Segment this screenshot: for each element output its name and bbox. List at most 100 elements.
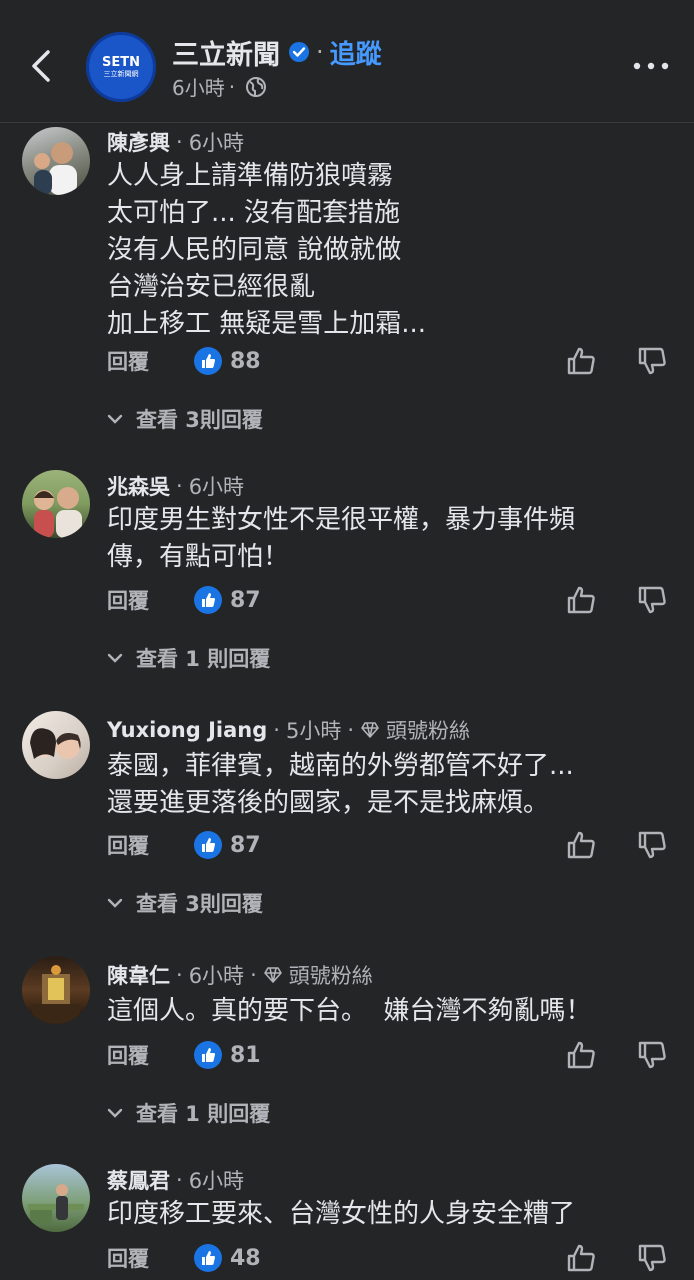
chevron-down-icon bbox=[107, 1108, 123, 1118]
like-summary[interactable]: 81 bbox=[194, 1041, 261, 1069]
like-icon bbox=[194, 1041, 222, 1069]
comment-actions: 回覆 48 bbox=[107, 1241, 667, 1275]
avatar[interactable] bbox=[22, 470, 90, 538]
separator-dot: · bbox=[176, 130, 183, 154]
comment-header: 蔡鳳君 · 6小時 bbox=[107, 1165, 244, 1195]
avatar[interactable] bbox=[22, 956, 90, 1024]
like-summary[interactable]: 87 bbox=[194, 831, 261, 859]
reply-button[interactable]: 回覆 bbox=[107, 346, 149, 376]
like-icon bbox=[194, 586, 222, 614]
back-arrow-icon[interactable] bbox=[26, 44, 60, 88]
comment-text: 印度移工要來、台灣女性的人身安全糟了 bbox=[107, 1199, 576, 1229]
like-icon bbox=[194, 1244, 222, 1272]
like-icon bbox=[194, 347, 222, 375]
comment-header: 兆森吳 · 6小時 bbox=[107, 471, 244, 501]
like-icon bbox=[194, 831, 222, 859]
commenter-name[interactable]: 陳韋仁 bbox=[107, 960, 170, 990]
post-header: SETN 三立新聞網 三立新聞 · 追蹤 6小時 · bbox=[0, 0, 694, 123]
separator-dot: · bbox=[347, 718, 355, 742]
avatar-image bbox=[28, 1184, 84, 1224]
thumbs-down-icon[interactable] bbox=[637, 1040, 667, 1070]
comment-text: 這個人。真的要下台。 嫌台灣不夠亂嗎！ bbox=[107, 996, 592, 1026]
comment-time: 6小時 bbox=[188, 131, 245, 155]
thumbs-up-icon[interactable] bbox=[566, 585, 596, 615]
view-replies-button[interactable]: 查看 1 則回覆 bbox=[106, 1098, 270, 1128]
thumbs-up-icon[interactable] bbox=[566, 1243, 596, 1273]
like-count: 48 bbox=[230, 1245, 261, 1271]
page-avatar[interactable]: SETN 三立新聞網 bbox=[86, 32, 156, 102]
view-replies-label: 查看 3則回覆 bbox=[136, 892, 263, 916]
separator-dot: · bbox=[176, 1168, 183, 1192]
diamond-icon bbox=[361, 722, 379, 738]
avatar[interactable] bbox=[22, 1164, 90, 1232]
verified-badge-icon bbox=[289, 42, 309, 62]
chevron-down-icon bbox=[107, 414, 123, 424]
like-summary[interactable]: 88 bbox=[194, 347, 261, 375]
like-count: 87 bbox=[230, 587, 261, 613]
like-summary[interactable]: 87 bbox=[194, 586, 261, 614]
globe-icon bbox=[246, 76, 267, 97]
view-replies-label: 查看 1 則回覆 bbox=[136, 647, 271, 671]
badge-label: 頭號粉絲 bbox=[386, 719, 471, 743]
avatar[interactable] bbox=[22, 711, 90, 779]
comment-header: 陳韋仁 · 6小時 · 頭號粉絲 bbox=[107, 960, 373, 990]
separator-dot: · bbox=[316, 38, 324, 66]
view-replies-label: 查看 1 則回覆 bbox=[136, 1102, 271, 1126]
reply-button[interactable]: 回覆 bbox=[107, 1040, 149, 1070]
reply-button[interactable]: 回覆 bbox=[107, 830, 149, 860]
comment-header: 陳彥興 · 6小時 bbox=[107, 127, 244, 157]
follow-button[interactable]: 追蹤 bbox=[330, 34, 382, 71]
separator-dot: · bbox=[273, 718, 280, 742]
thumbs-down-icon[interactable] bbox=[637, 830, 667, 860]
reply-button[interactable]: 回覆 bbox=[107, 585, 149, 615]
thumbs-down-icon[interactable] bbox=[637, 585, 667, 615]
comment-text: 印度男生對女性不是很平權，暴力事件頻 傳，有點可怕！ bbox=[107, 505, 576, 572]
avatar[interactable] bbox=[22, 127, 90, 195]
thumbs-down-icon[interactable] bbox=[637, 346, 667, 376]
page-name-row: 三立新聞 · 追蹤 bbox=[172, 33, 382, 72]
commenter-name[interactable]: 蔡鳳君 bbox=[107, 1165, 170, 1195]
avatar-image bbox=[34, 142, 77, 195]
view-replies-button[interactable]: 查看 3則回覆 bbox=[106, 888, 263, 918]
comment-time: 5小時 bbox=[285, 719, 342, 743]
comment-time: 6小時 bbox=[188, 1169, 245, 1193]
thumbs-up-icon[interactable] bbox=[566, 1040, 596, 1070]
comment-actions: 回覆 81 bbox=[107, 1038, 667, 1072]
like-count: 87 bbox=[230, 832, 261, 858]
page-name[interactable]: 三立新聞 bbox=[172, 33, 280, 72]
top-fan-badge: 頭號粉絲 bbox=[263, 960, 373, 990]
top-fan-badge: 頭號粉絲 bbox=[360, 715, 470, 745]
commenter-name[interactable]: 兆森吳 bbox=[107, 471, 170, 501]
badge-label: 頭號粉絲 bbox=[288, 964, 373, 988]
comment-header: Yuxiong Jiang · 5小時 · 頭號粉絲 bbox=[107, 715, 470, 745]
reply-button[interactable]: 回覆 bbox=[107, 1243, 149, 1273]
diamond-icon bbox=[263, 967, 282, 983]
view-replies-button[interactable]: 查看 3則回覆 bbox=[106, 404, 263, 434]
thumbs-up-icon[interactable] bbox=[566, 830, 596, 860]
separator-dot: · bbox=[228, 74, 236, 99]
like-summary[interactable]: 48 bbox=[194, 1244, 261, 1272]
chevron-down-icon bbox=[107, 898, 123, 908]
post-meta: 6小時 · bbox=[172, 72, 267, 101]
avatar-image bbox=[32, 965, 80, 1024]
comment-time: 6小時 bbox=[188, 475, 245, 499]
more-icon[interactable] bbox=[632, 56, 670, 76]
thumbs-down-icon[interactable] bbox=[637, 1243, 667, 1273]
logo-text: SETN bbox=[102, 54, 140, 70]
post-time: 6小時 bbox=[172, 76, 225, 100]
separator-dot: · bbox=[176, 963, 183, 987]
separator-dot: · bbox=[176, 474, 183, 498]
view-replies-label: 查看 3則回覆 bbox=[136, 408, 263, 432]
thumbs-up-icon[interactable] bbox=[566, 346, 596, 376]
comment-actions: 回覆 88 bbox=[107, 344, 667, 378]
view-replies-button[interactable]: 查看 1 則回覆 bbox=[106, 643, 270, 673]
like-count: 81 bbox=[230, 1042, 261, 1068]
like-count: 88 bbox=[230, 348, 261, 374]
comment-text: 人人身上請準備防狼噴霧 太可怕了... 沒有配套措施 沒有人民的同意 說做就做 … bbox=[107, 161, 427, 339]
avatar-image bbox=[34, 487, 82, 538]
comment-time: 6小時 bbox=[188, 964, 245, 988]
comment-text: 泰國，菲律賓，越南的外勞都管不好了... 還要進更落後的國家，是不是找麻煩。 bbox=[107, 751, 574, 818]
chevron-down-icon bbox=[107, 653, 123, 663]
commenter-name[interactable]: 陳彥興 bbox=[107, 127, 170, 157]
commenter-name[interactable]: Yuxiong Jiang bbox=[107, 718, 267, 742]
